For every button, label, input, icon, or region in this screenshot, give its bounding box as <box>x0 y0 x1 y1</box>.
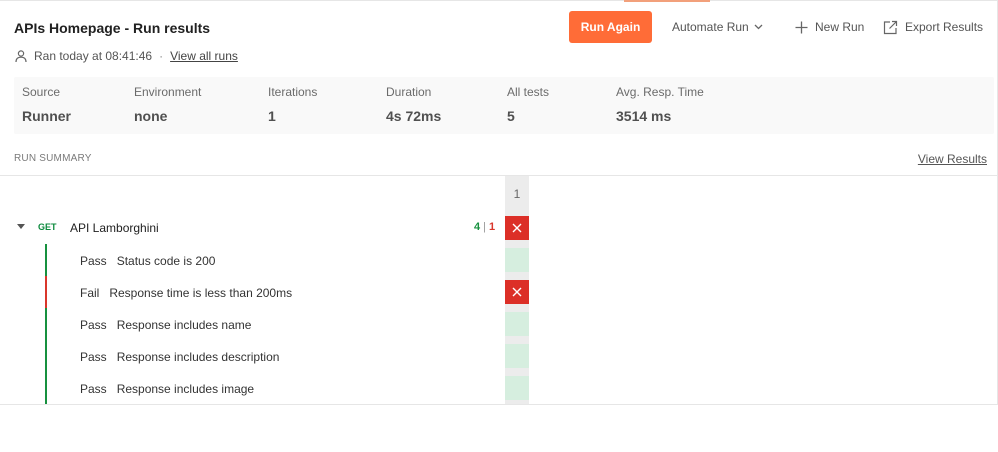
stat-avg-resp-time: Avg. Resp. Time 3514 ms <box>616 85 704 124</box>
stat-all-tests: All tests 5 <box>507 85 549 124</box>
request-name: API Lamborghini <box>70 221 159 235</box>
test-result-cell[interactable] <box>505 344 529 368</box>
stat-value: 3514 ms <box>616 108 672 124</box>
close-icon <box>512 223 522 233</box>
caret-down-icon[interactable] <box>17 224 25 229</box>
test-status: Fail <box>80 286 100 300</box>
ran-time: Ran today at 08:41:46 <box>34 49 153 63</box>
test-row: Pass Response includes name <box>80 318 251 332</box>
stat-source: Source Runner <box>22 85 71 124</box>
count-divider: | <box>483 221 486 233</box>
stat-value: 1 <box>268 108 276 124</box>
stat-label: Avg. Resp. Time <box>616 85 704 99</box>
run-meta: Ran today at 08:41:46 · View all runs <box>14 49 238 63</box>
meta-separator: · <box>159 49 164 63</box>
view-all-runs-link[interactable]: View all runs <box>170 49 238 63</box>
test-name: Status code is 200 <box>116 254 216 268</box>
run-stats-panel: Source Runner Environment none Iteration… <box>14 77 994 134</box>
test-row: Pass Status code is 200 <box>80 254 215 268</box>
status-bar-pass <box>45 244 47 276</box>
stat-duration: Duration 4s 72ms <box>386 85 441 124</box>
new-run-button[interactable]: New Run <box>795 11 864 43</box>
request-method: GET <box>38 222 57 232</box>
stat-value: none <box>134 108 168 124</box>
stat-label: Duration <box>386 85 432 99</box>
test-name: Response time is less than 200ms <box>109 286 293 300</box>
test-row: Pass Response includes description <box>80 350 279 364</box>
test-row: Pass Response includes image <box>80 382 254 396</box>
test-status: Pass <box>80 254 107 268</box>
run-again-button[interactable]: Run Again <box>569 11 652 43</box>
divider <box>0 404 998 405</box>
stat-value: 5 <box>507 108 515 124</box>
test-result-cell[interactable] <box>505 248 529 272</box>
test-result-cell[interactable] <box>505 376 529 400</box>
stat-value: Runner <box>22 108 71 124</box>
run-summary-heading: RUN SUMMARY <box>14 153 92 164</box>
passed-count: 4 <box>474 221 481 233</box>
new-run-label: New Run <box>815 20 865 34</box>
stat-label: Environment <box>134 85 202 99</box>
request-result-cell[interactable] <box>505 216 529 240</box>
view-results-link[interactable]: View Results <box>918 152 987 166</box>
status-bar-fail <box>45 276 47 308</box>
active-tab-indicator <box>624 0 710 2</box>
stat-iterations: Iterations 1 <box>268 85 317 124</box>
top-border <box>0 0 998 1</box>
chevron-down-icon <box>754 24 763 30</box>
test-name: Response includes image <box>116 382 255 396</box>
stat-label: Source <box>22 85 61 99</box>
test-status: Pass <box>80 350 107 364</box>
test-result-cell[interactable] <box>505 280 529 304</box>
stat-label: Iterations <box>268 85 318 99</box>
status-bar-pass <box>45 340 47 372</box>
plus-icon <box>795 21 808 33</box>
status-bar-pass <box>45 372 47 404</box>
test-status: Pass <box>80 318 107 332</box>
stat-value: 4s 72ms <box>386 108 442 124</box>
close-icon <box>512 287 522 297</box>
test-name: Response includes description <box>116 350 280 364</box>
test-result-cell[interactable] <box>505 312 529 336</box>
export-results-button[interactable]: Export Results <box>883 11 983 43</box>
automate-run-button[interactable]: Automate Run <box>672 11 763 43</box>
automate-run-label: Automate Run <box>672 20 749 34</box>
page-title: APIs Homepage - Run results <box>14 20 211 36</box>
stat-environment: Environment none <box>134 85 201 124</box>
stat-label: All tests <box>507 85 550 99</box>
test-name: Response includes name <box>116 318 252 332</box>
export-results-label: Export Results <box>905 20 984 34</box>
test-row: Fail Response time is less than 200ms <box>80 286 292 300</box>
iteration-header[interactable]: 1 <box>505 180 529 208</box>
status-bar-pass <box>45 308 47 340</box>
failed-count: 1 <box>488 221 496 233</box>
test-status: Pass <box>80 382 107 396</box>
request-row[interactable]: GET API Lamborghini 4 | 1 <box>0 213 998 243</box>
divider <box>0 175 998 176</box>
request-counts: 4 | 1 <box>474 221 495 233</box>
export-icon <box>883 20 898 34</box>
person-icon <box>15 50 27 63</box>
